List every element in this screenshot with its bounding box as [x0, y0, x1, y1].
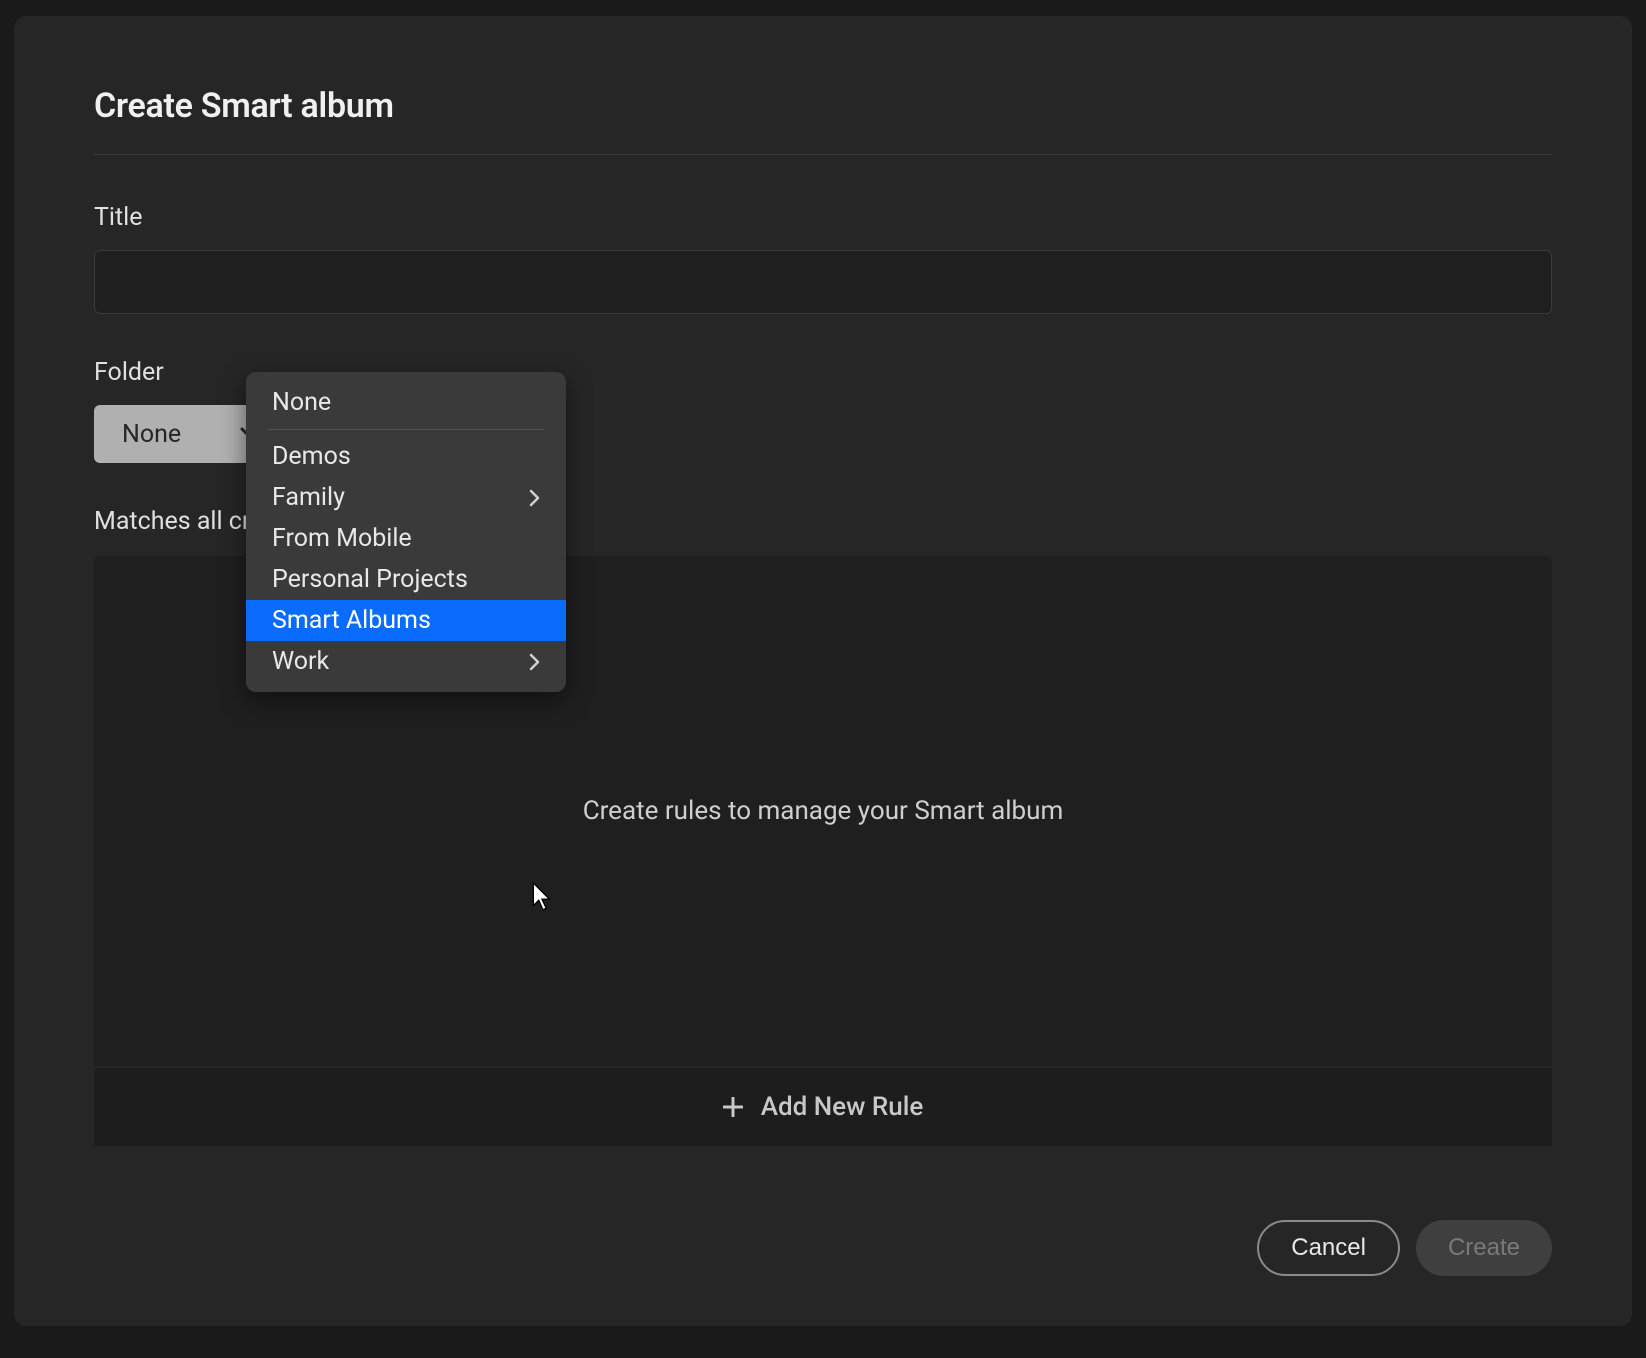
title-input[interactable]	[94, 250, 1552, 314]
create-smart-album-dialog: Create Smart album Title Folder None Non…	[14, 16, 1632, 1326]
folder-dropdown-menu: None Demos Family From Mobile Personal Proje…	[246, 372, 566, 692]
dropdown-item-demos[interactable]: Demos	[246, 436, 566, 477]
dropdown-item-label: Personal Projects	[272, 565, 468, 594]
dialog-footer: Cancel Create	[1257, 1220, 1552, 1276]
plus-icon	[723, 1097, 743, 1117]
folder-select-value: None	[122, 420, 181, 449]
dropdown-item-work[interactable]: Work	[246, 641, 566, 682]
dropdown-divider	[268, 429, 544, 430]
dropdown-item-none[interactable]: None	[246, 382, 566, 423]
dropdown-item-label: Family	[272, 483, 345, 512]
dropdown-item-from-mobile[interactable]: From Mobile	[246, 518, 566, 559]
title-label: Title	[94, 203, 1552, 232]
form-section: Title Folder None NoneDemosFamilyFrom Mo…	[94, 203, 1552, 1146]
cancel-button[interactable]: Cancel	[1257, 1220, 1400, 1276]
chevron-right-icon	[529, 489, 540, 507]
dropdown-item-label: Demos	[272, 442, 351, 471]
dropdown-item-label: Smart Albums	[272, 606, 431, 635]
dropdown-item-family[interactable]: Family	[246, 477, 566, 518]
dropdown-item-label: None	[272, 388, 331, 417]
rules-placeholder: Create rules to manage your Smart album	[583, 796, 1064, 826]
dropdown-item-personal-projects[interactable]: Personal Projects	[246, 559, 566, 600]
add-rule-button[interactable]: Add New Rule	[94, 1068, 1552, 1146]
dropdown-item-label: Work	[272, 647, 329, 676]
dropdown-item-label: From Mobile	[272, 524, 412, 553]
create-button[interactable]: Create	[1416, 1220, 1552, 1276]
add-rule-label: Add New Rule	[761, 1092, 924, 1122]
chevron-right-icon	[529, 653, 540, 671]
dialog-title: Create Smart album	[94, 86, 1552, 155]
folder-field: Folder None NoneDemosFamilyFrom MobilePe…	[94, 358, 1552, 463]
dropdown-item-smart-albums[interactable]: Smart Albums	[246, 600, 566, 641]
